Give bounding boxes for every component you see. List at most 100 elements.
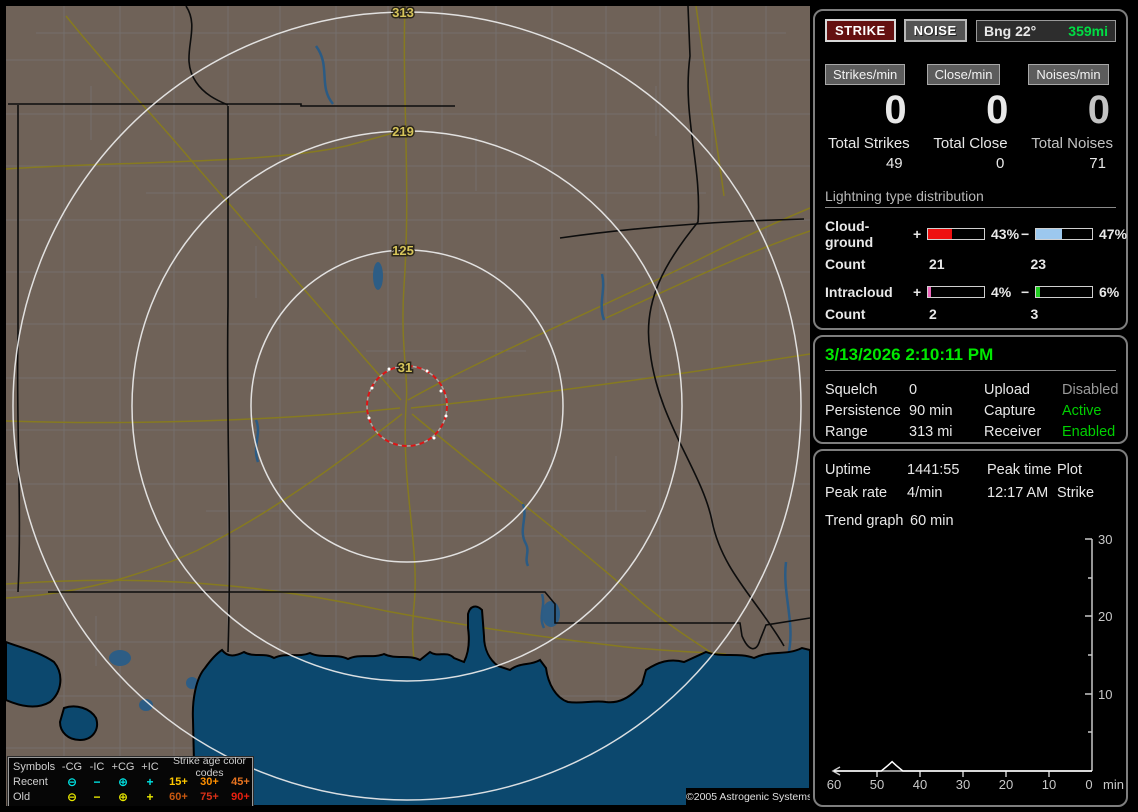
noises-column: Noises/min 0 Total Noises 71 (1028, 64, 1116, 172)
neg-ic-recent-icon: − (93, 774, 101, 789)
age-45: 45+ (231, 775, 250, 788)
ic-negative-bar-fill (1036, 287, 1040, 297)
close-column: Close/min 0 Total Close 0 (926, 64, 1015, 172)
ic-positive-bar-fill (928, 287, 931, 297)
ring-label-31: 31 (398, 360, 412, 375)
cg-negative-bar (1035, 228, 1093, 240)
intracloud-count-row: Count 2 3 (825, 306, 1116, 322)
capture-status: Active (1062, 403, 1102, 419)
age-75: 75+ (200, 790, 219, 803)
trend-axes (831, 538, 1093, 777)
total-strikes-label: Total Strikes (827, 135, 910, 152)
neg-ic-old-icon: − (93, 789, 101, 804)
xtick-0: 0 (1085, 777, 1092, 792)
ring-label-219: 219 (392, 124, 414, 139)
peak-rate-label: Peak rate (825, 485, 888, 501)
neg-cg-recent-icon: ⊖ (66, 774, 78, 789)
legend-row-old-label: Old (13, 790, 31, 803)
noises-per-min-chip[interactable]: Noises/min (1028, 64, 1109, 85)
strike-toggle-button[interactable]: STRIKE (825, 19, 896, 42)
minus-sign: − (1021, 284, 1030, 300)
ytick-30: 30 (1098, 532, 1112, 547)
legend-col-neg-ic: -IC (89, 760, 105, 773)
peak-time-label: Peak time (987, 462, 1052, 478)
cg-positive-bar-fill (928, 229, 953, 239)
age-30: 30+ (200, 775, 219, 788)
strikes-per-min-value: 0 (884, 88, 907, 132)
plot-mode-value: Strike (1057, 485, 1095, 501)
trend-graph-window: 60 min (910, 513, 954, 529)
cg-negative-count: 23 (1030, 256, 1047, 272)
cloud-ground-count-row: Count 21 23 (825, 256, 1116, 272)
xtick-30: 30 (956, 777, 970, 792)
persistence-value: 90 min (909, 403, 953, 419)
age-90: 90+ (231, 790, 250, 803)
ic-negative-count: 3 (1030, 306, 1039, 322)
strike-stats-panel: STRIKE NOISE Bng 22° 359mi Strikes/min 0… (813, 9, 1128, 330)
copyright-text: ©2005 Astrogenic Systems (686, 788, 810, 806)
status-panel: 3/13/2026 2:10:11 PM Squelch 0 Upload Di… (813, 335, 1128, 444)
pos-cg-old-icon: ⊕ (117, 789, 129, 804)
close-per-min-value: 0 (986, 88, 1009, 132)
cg-negative-bar-fill (1036, 229, 1063, 239)
capture-label: Capture (984, 403, 1036, 419)
xtick-10: 10 (1042, 777, 1056, 792)
ic-positive-count: 2 (929, 306, 937, 322)
count-label: Count (825, 256, 866, 272)
bearing-value: Bng 22° (984, 22, 1037, 39)
xtick-60: 60 (827, 777, 841, 792)
intracloud-row: Intracloud + 4% − 6% (825, 284, 1120, 300)
strikes-per-min-chip[interactable]: Strikes/min (825, 64, 906, 85)
peak-rate-value: 4/min (907, 485, 943, 501)
strikes-column: Strikes/min 0 Total Strikes 49 (825, 64, 913, 172)
range-label: Range (825, 424, 868, 440)
cloud-ground-label: Cloud-ground (825, 218, 874, 250)
map-display: 313 219 125 31 Symbols -CG -IC +CG +IC S… (6, 6, 810, 806)
persistence-label: Persistence (825, 403, 901, 419)
age-15: 15+ (169, 775, 188, 788)
xtick-20: 20 (999, 777, 1013, 792)
plus-sign: + (913, 284, 922, 300)
legend-row-recent-label: Recent (13, 775, 48, 788)
ytick-10: 10 (1098, 687, 1112, 702)
ic-negative-pct: 6% (1099, 284, 1120, 300)
trend-graph-label: Trend graph (825, 513, 904, 529)
divider (825, 207, 1116, 208)
range-value: 359mi (1068, 22, 1108, 39)
ring-label-125: 125 (392, 243, 414, 258)
total-close-value: 0 (995, 155, 1005, 172)
x-axis-unit: min (1103, 777, 1124, 792)
cg-positive-count: 21 (929, 256, 945, 272)
total-noises-value: 71 (1089, 155, 1106, 172)
noise-toggle-button[interactable]: NOISE (903, 19, 967, 42)
squelch-label: Squelch (825, 382, 878, 398)
session-panel: Uptime 1441:55 Peak time Plot Peak rate … (813, 449, 1128, 807)
ic-positive-bar (927, 286, 985, 298)
total-strikes-value: 49 (885, 155, 903, 172)
pos-ic-recent-icon: + (146, 774, 154, 789)
plot-label: Plot (1057, 462, 1082, 478)
upload-status: Disabled (1062, 382, 1119, 398)
legend-col-pos-ic: +IC (141, 760, 159, 773)
legend-col-pos-cg: +CG (111, 760, 135, 773)
minus-sign: − (1021, 226, 1030, 242)
cg-positive-bar (927, 228, 985, 240)
xtick-50: 50 (870, 777, 884, 792)
receiver-status: Enabled (1062, 424, 1116, 440)
cg-positive-pct: 43% (991, 226, 1020, 242)
pos-ic-old-icon: + (146, 789, 154, 804)
uptime-label: Uptime (825, 462, 871, 478)
ic-positive-pct: 4% (991, 284, 1012, 300)
datetime-display: 3/13/2026 2:10:11 PM (825, 345, 1116, 371)
map-canvas: 313 219 125 31 (6, 6, 810, 806)
range-setting-value: 313 mi (909, 424, 953, 440)
bearing-range-indicator: Bng 22° 359mi (976, 19, 1116, 42)
intracloud-label: Intracloud (825, 284, 893, 300)
noises-per-min-value: 0 (1087, 88, 1110, 132)
count-label: Count (825, 306, 866, 322)
ring-label-313: 313 (392, 6, 414, 20)
ytick-20: 20 (1098, 609, 1112, 624)
xtick-40: 40 (913, 777, 927, 792)
ic-negative-bar (1035, 286, 1093, 298)
close-per-min-chip[interactable]: Close/min (926, 64, 1001, 85)
